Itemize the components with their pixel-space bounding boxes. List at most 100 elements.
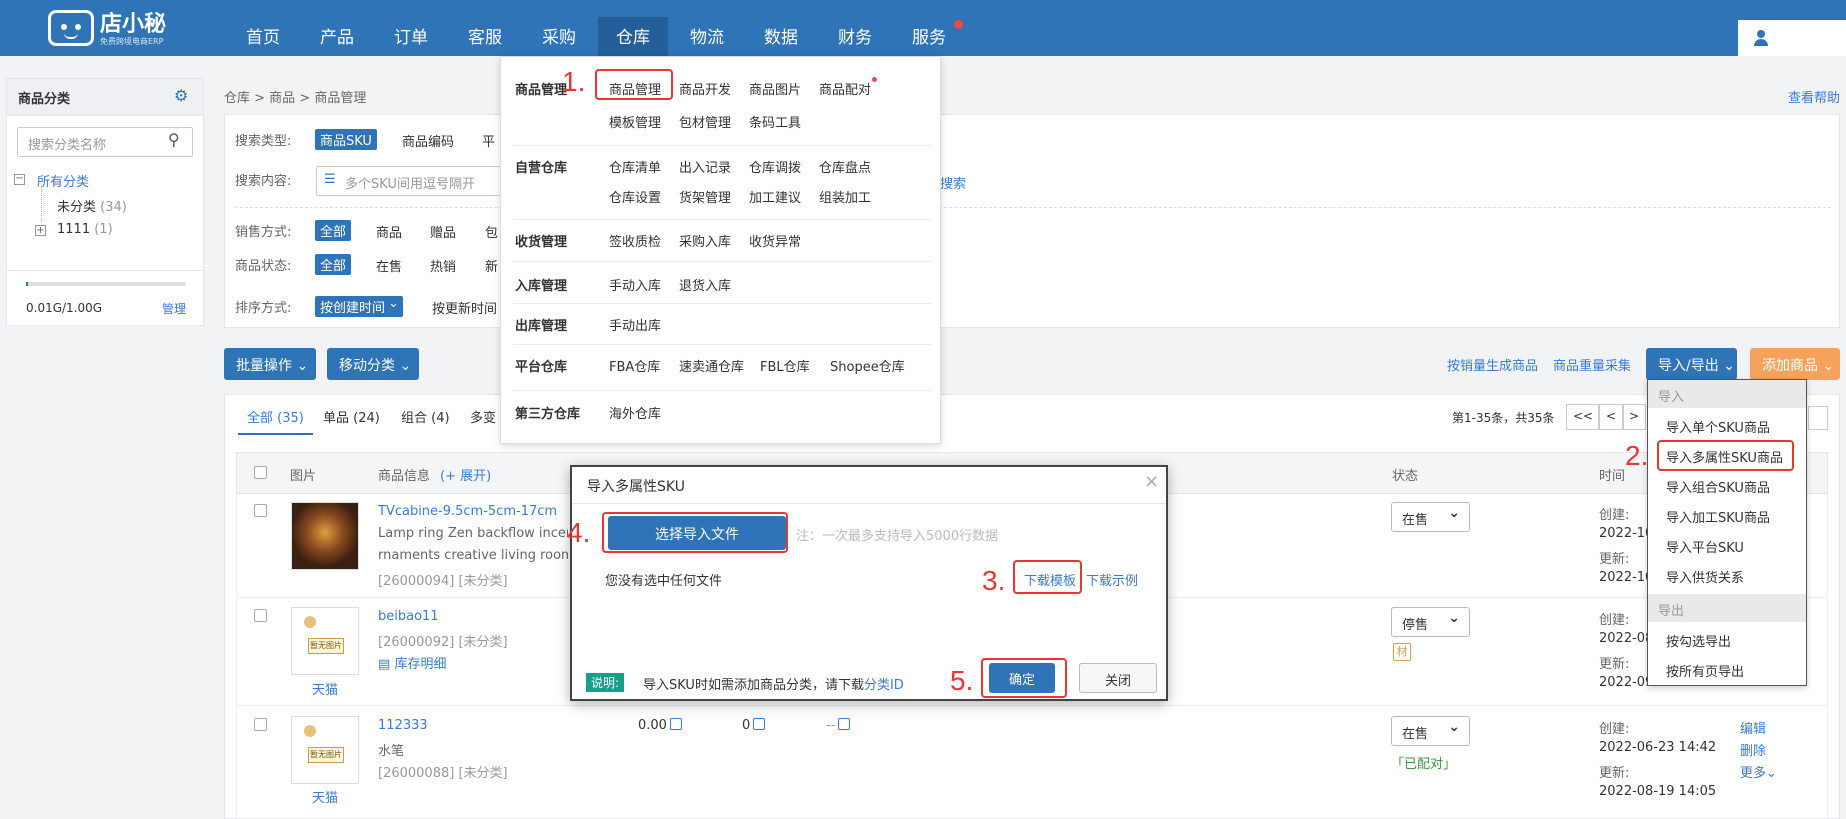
storage-manage-link[interactable]: 管理 [162, 300, 186, 317]
batch-actions-button[interactable]: 批量操作 ⌄ [224, 348, 316, 380]
add-product-button[interactable]: 添加商品 ⌄ [1750, 348, 1840, 380]
tree-all-categories[interactable]: 所有分类 [37, 171, 89, 190]
status-on-sale[interactable]: 在售 [376, 256, 402, 275]
menu-shelf[interactable]: 货架管理 [679, 187, 731, 206]
export-checked[interactable]: 按勾选导出 [1666, 631, 1731, 650]
gear-icon[interactable]: ⚙ [174, 86, 188, 105]
qty-cell[interactable]: 0 [742, 718, 766, 733]
generate-by-sales-link[interactable]: 按销量生成商品 [1447, 355, 1538, 374]
sale-all[interactable]: 全部 [315, 220, 352, 241]
nav-orders[interactable]: 订单 [380, 17, 442, 56]
page-first-button[interactable]: << [1566, 404, 1600, 430]
sort-by-created[interactable]: 按创建时间 ⌄ [315, 296, 404, 317]
expand-all-link[interactable]: (+ 展开) [440, 465, 491, 484]
sale-gift[interactable]: 赠品 [430, 222, 456, 241]
nav-warehouse[interactable]: 仓库 [598, 17, 668, 56]
edit-icon[interactable] [838, 718, 851, 730]
product-image[interactable]: 暂无图片 [291, 607, 359, 675]
menu-warehouse-list[interactable]: 仓库清单 [609, 157, 661, 176]
select-all-checkbox[interactable] [254, 466, 267, 479]
expand-icon[interactable]: + [35, 225, 46, 236]
filter-type-code[interactable]: 商品编码 [402, 131, 454, 150]
tab-combo[interactable]: 组合 (4) [401, 407, 450, 426]
menu-barcode[interactable]: 条码工具 [749, 112, 801, 131]
menu-stocktake[interactable]: 仓库盘点 [819, 157, 871, 176]
menu-manual-inbound[interactable]: 手动入库 [609, 275, 661, 294]
status-all[interactable]: 全部 [315, 254, 352, 275]
menu-goods-dev[interactable]: 商品开发 [679, 79, 731, 98]
product-title[interactable]: TVcabine-9.5cm-5cm-17cm [378, 504, 557, 519]
close-button[interactable]: 关闭 [1079, 663, 1157, 693]
menu-fba[interactable]: FBA仓库 [609, 356, 660, 375]
close-icon[interactable]: × [1144, 471, 1159, 492]
weight-collect-link[interactable]: 商品重量采集 [1553, 355, 1631, 374]
page-prev-button[interactable]: < [1598, 404, 1624, 430]
menu-template[interactable]: 模板管理 [609, 112, 661, 131]
stock-detail-link[interactable]: ▤ 库存明细 [378, 653, 446, 672]
nav-logistics[interactable]: 物流 [676, 17, 738, 56]
menu-sign-qc[interactable]: 签收质检 [609, 231, 661, 250]
menu-packaging[interactable]: 包材管理 [679, 112, 731, 131]
tree-cat-1111[interactable]: 1111 (1) [57, 222, 113, 237]
tab-variant[interactable]: 多变 [470, 407, 496, 426]
category-id-link[interactable]: 分类ID [864, 678, 904, 693]
menu-return-inbound[interactable]: 退货入库 [679, 275, 731, 294]
nav-home[interactable]: 首页 [232, 17, 294, 56]
import-platform-sku[interactable]: 导入平台SKU [1666, 537, 1744, 556]
import-export-button[interactable]: 导入/导出 ⌄ [1646, 348, 1737, 380]
menu-assembly[interactable]: 组装加工 [819, 187, 871, 206]
nav-services[interactable]: 服务 [898, 17, 960, 56]
help-link[interactable]: 查看帮助 [1788, 87, 1840, 106]
tab-single[interactable]: 单品 (24) [323, 407, 380, 426]
nav-service[interactable]: 客服 [454, 17, 516, 56]
menu-purchase-inbound[interactable]: 采购入库 [679, 231, 731, 250]
edit-icon[interactable] [669, 718, 682, 730]
status-hot[interactable]: 热销 [430, 256, 456, 275]
menu-receive-exception[interactable]: 收货异常 [749, 231, 801, 250]
nav-products[interactable]: 产品 [306, 17, 368, 56]
status-select[interactable]: 在售 [1391, 502, 1470, 532]
product-image[interactable]: 暂无图片 [291, 716, 359, 784]
edit-icon[interactable] [753, 718, 766, 730]
export-all-pages[interactable]: 按所有页导出 [1666, 661, 1744, 680]
sale-pack[interactable]: 包 [485, 222, 498, 241]
shop-link[interactable]: 天猫 [291, 787, 359, 806]
sort-by-updated[interactable]: 按更新时间 [432, 298, 497, 317]
sale-product[interactable]: 商品 [376, 222, 402, 241]
filter-type-sku[interactable]: 商品SKU [315, 129, 377, 150]
download-example-link[interactable]: 下载示例 [1086, 570, 1138, 589]
page-size-select[interactable] [1808, 406, 1828, 430]
row-checkbox[interactable] [254, 609, 267, 622]
menu-process-advice[interactable]: 加工建议 [749, 187, 801, 206]
nav-purchase[interactable]: 采购 [528, 17, 590, 56]
brand-logo[interactable]: 店小秘 免费跨境电商ERP [48, 6, 178, 50]
menu-warehouse-settings[interactable]: 仓库设置 [609, 187, 661, 206]
delete-link[interactable]: 删除 [1740, 740, 1766, 759]
user-menu[interactable] [1738, 20, 1846, 56]
search-icon[interactable]: ⚲ [168, 130, 180, 149]
import-combo-sku[interactable]: 导入组合SKU商品 [1666, 477, 1770, 496]
shop-link[interactable]: 天猫 [291, 679, 359, 698]
menu-manual-outbound[interactable]: 手动出库 [609, 315, 661, 334]
menu-overseas[interactable]: 海外仓库 [609, 403, 661, 422]
menu-fbl[interactable]: FBL仓库 [760, 356, 810, 375]
product-title[interactable]: beibao11 [378, 609, 439, 624]
import-supply-relation[interactable]: 导入供货关系 [1666, 567, 1744, 586]
filter-type-platform[interactable]: 平 [482, 131, 495, 150]
import-single-sku[interactable]: 导入单个SKU商品 [1666, 417, 1770, 436]
tree-uncategorized[interactable]: 未分类 (34) [57, 196, 127, 215]
row-checkbox[interactable] [254, 718, 267, 731]
tab-all[interactable]: 全部 (35) [247, 407, 304, 426]
menu-aliexpress[interactable]: 速卖通仓库 [679, 356, 744, 375]
nav-finance[interactable]: 财务 [824, 17, 886, 56]
menu-io-records[interactable]: 出入记录 [679, 157, 731, 176]
move-category-button[interactable]: 移动分类 ⌄ [327, 348, 419, 380]
edit-link[interactable]: 编辑 [1740, 718, 1766, 737]
extra-cell[interactable]: -- [826, 718, 851, 733]
sku-search-input[interactable]: ☰ 多个SKU间用逗号隔开 [316, 166, 506, 196]
status-select[interactable]: 停售 [1391, 607, 1470, 637]
status-select[interactable]: 在售 [1391, 716, 1470, 746]
import-process-sku[interactable]: 导入加工SKU商品 [1666, 507, 1770, 526]
price-cell[interactable]: 0.00 [638, 718, 682, 733]
product-image[interactable] [291, 502, 359, 570]
